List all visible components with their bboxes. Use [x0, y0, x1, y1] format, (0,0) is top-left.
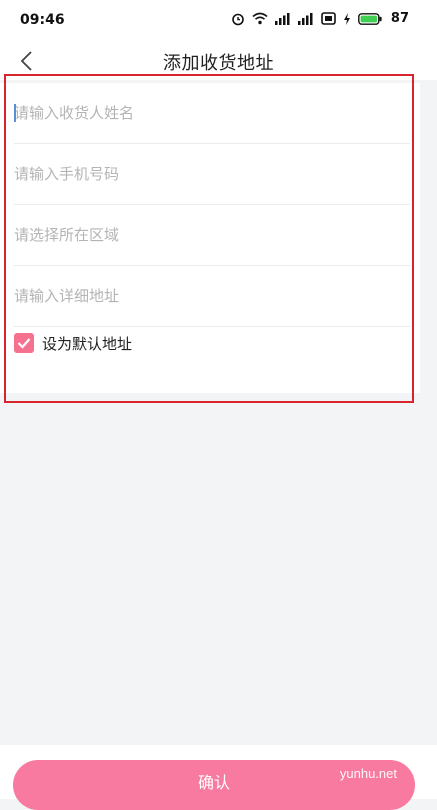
address-row: [14, 266, 410, 327]
status-time: 09:46: [20, 12, 65, 28]
status-icons: 87: [231, 11, 409, 26]
text-cursor: [14, 104, 16, 122]
watermark: yunhu.net: [339, 766, 397, 781]
signal-icon: [297, 12, 313, 25]
alarm-icon: [232, 13, 244, 25]
default-address-label: 设为默认地址: [42, 334, 133, 353]
detail-address-input[interactable]: [14, 266, 410, 326]
region-row: [14, 205, 410, 266]
region-select-input[interactable]: [14, 205, 410, 265]
default-address-toggle[interactable]: 设为默认地址: [14, 328, 132, 358]
name-row: [14, 83, 410, 144]
phone-row: [14, 144, 410, 205]
check-icon: [17, 338, 31, 349]
address-form: 设为默认地址: [0, 83, 420, 393]
battery-level: 87: [390, 11, 409, 26]
recipient-name-input[interactable]: [14, 83, 410, 143]
header: 添加收货地址: [0, 40, 437, 80]
page-title: 添加收货地址: [163, 53, 274, 74]
charging-icon: [343, 12, 350, 25]
battery-icon: [358, 12, 382, 25]
phone-input[interactable]: [14, 144, 410, 204]
default-address-checkbox[interactable]: [14, 333, 34, 353]
status-bar: 09:46 87: [0, 0, 437, 40]
wifi-icon: [252, 12, 268, 25]
nfc-icon: [321, 12, 336, 25]
signal-icon: [274, 12, 290, 25]
